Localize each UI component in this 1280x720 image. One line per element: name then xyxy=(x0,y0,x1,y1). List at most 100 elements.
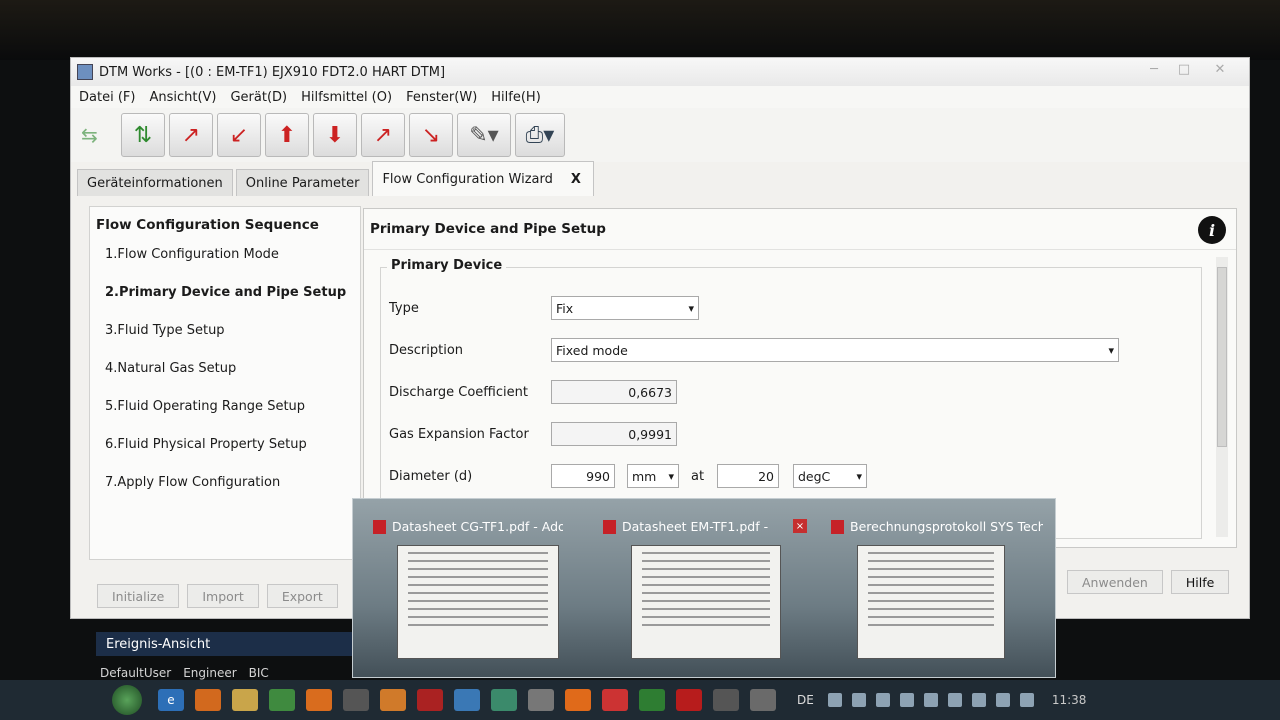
sequence-buttons: Initialize Import Export xyxy=(97,584,338,608)
excel-icon[interactable] xyxy=(639,689,665,711)
firefox-icon[interactable] xyxy=(565,689,591,711)
type-select[interactable]: Fix xyxy=(551,296,699,320)
status-role: Engineer xyxy=(183,666,237,680)
diameter-label: Diameter (d) xyxy=(389,468,473,484)
preview-thumbnail xyxy=(857,545,1005,659)
info-icon[interactable]: i xyxy=(1198,216,1226,244)
close-preview-icon[interactable]: × xyxy=(793,519,807,533)
tab-close-icon[interactable]: X xyxy=(571,172,581,187)
tray-icon[interactable] xyxy=(947,693,962,707)
internet-explorer-icon[interactable]: e xyxy=(158,689,184,711)
app-icon[interactable] xyxy=(306,689,332,711)
tray-icon[interactable] xyxy=(875,693,890,707)
menu-geraet[interactable]: Gerät(D) xyxy=(230,90,287,105)
tools-icon[interactable]: ✎▾ xyxy=(457,113,511,157)
sequence-item-primary-device[interactable]: 2.Primary Device and Pipe Setup xyxy=(105,285,360,300)
arrow-down-icon[interactable]: ↘ xyxy=(409,113,453,157)
panel-scrollbar[interactable] xyxy=(1216,257,1228,537)
tab-strip: Geräteinformationen Online Parameter Flo… xyxy=(77,161,597,196)
apply-button[interactable]: Anwenden xyxy=(1067,570,1163,594)
maximize-icon[interactable]: □ xyxy=(1169,60,1199,78)
minimize-icon[interactable]: ─ xyxy=(1139,60,1169,78)
preview-title: Datasheet CG-TF1.pdf - Adobe ... xyxy=(392,519,563,534)
firefox-icon[interactable] xyxy=(195,689,221,711)
pdf-icon xyxy=(603,519,616,534)
dialog-buttons: Anwenden Hilfe xyxy=(1067,570,1230,594)
start-button[interactable] xyxy=(112,685,142,715)
clock[interactable]: 11:38 xyxy=(1052,693,1087,707)
app-icon[interactable] xyxy=(417,689,443,711)
sequence-item-apply[interactable]: 7.Apply Flow Configuration xyxy=(105,475,360,490)
app-icon[interactable] xyxy=(454,689,480,711)
language-indicator[interactable]: DE xyxy=(797,693,814,707)
preview-thumbnail xyxy=(397,545,559,659)
tab-flow-configuration-wizard[interactable]: Flow Configuration Wizard X xyxy=(372,161,594,196)
temperature-unit-select[interactable]: degC xyxy=(793,464,867,488)
menu-fenster[interactable]: Fenster(W) xyxy=(406,90,477,105)
import-button[interactable]: Import xyxy=(187,584,259,608)
sequence-item-natural-gas[interactable]: 4.Natural Gas Setup xyxy=(105,361,360,376)
connect-icon[interactable]: ⇅ xyxy=(121,113,165,157)
network-icon[interactable] xyxy=(995,693,1010,707)
description-label: Description xyxy=(389,342,464,358)
diameter-field[interactable]: 990 xyxy=(551,464,615,488)
app-icon[interactable] xyxy=(491,689,517,711)
event-view-label: Ereignis-Ansicht xyxy=(106,636,211,652)
type-label: Type xyxy=(389,300,419,316)
printer-icon[interactable]: ⎙▾ xyxy=(515,113,565,157)
volume-icon[interactable] xyxy=(1019,693,1034,707)
app-icon[interactable] xyxy=(528,689,554,711)
db-upload-icon[interactable]: ⬆ xyxy=(265,113,309,157)
temperature-field[interactable]: 20 xyxy=(717,464,779,488)
powerpoint-icon[interactable] xyxy=(602,689,628,711)
diameter-unit-select[interactable]: mm xyxy=(627,464,679,488)
preview-berechnungsprotokoll[interactable]: Berechnungsprotokoll SYS Tech ... xyxy=(811,499,1051,677)
explorer-icon[interactable] xyxy=(232,689,258,711)
tab-geraeteinformationen[interactable]: Geräteinformationen xyxy=(77,169,233,196)
preview-cg-tf1[interactable]: Datasheet CG-TF1.pdf - Adobe ... xyxy=(353,499,571,677)
dtm-works-icon[interactable] xyxy=(750,689,776,711)
scrollbar-thumb[interactable] xyxy=(1217,267,1227,447)
export-button[interactable]: Export xyxy=(266,584,338,608)
tray-icon[interactable] xyxy=(923,693,938,707)
initialize-button[interactable]: Initialize xyxy=(97,584,180,608)
tray-icon[interactable] xyxy=(899,693,914,707)
media-icon[interactable] xyxy=(380,689,406,711)
tab-label: Online Parameter xyxy=(245,175,360,191)
preview-em-tf1[interactable]: Datasheet EM-TF1.pdf - Ado... × xyxy=(583,499,807,677)
device-upload-icon[interactable]: ↗ xyxy=(169,113,213,157)
close-icon[interactable]: ✕ xyxy=(1205,60,1235,78)
preview-title: Berechnungsprotokoll SYS Tech ... xyxy=(850,519,1043,534)
sequence-item-fluid-type[interactable]: 3.Fluid Type Setup xyxy=(105,323,360,338)
tray-icon[interactable] xyxy=(971,693,986,707)
monitor-bezel xyxy=(0,0,1280,60)
sequence-item-operating-range[interactable]: 5.Fluid Operating Range Setup xyxy=(105,399,360,414)
menu-hilfe[interactable]: Hilfe(H) xyxy=(491,90,541,105)
tray-icon[interactable] xyxy=(851,693,866,707)
menu-ansicht[interactable]: Ansicht(V) xyxy=(149,90,216,105)
preview-thumbnail xyxy=(631,545,781,659)
status-bic: BIC xyxy=(248,666,269,680)
setup-panel: Primary Device and Pipe Setup i Primary … xyxy=(363,208,1237,548)
arrow-up-icon[interactable]: ↗ xyxy=(361,113,405,157)
description-select[interactable]: Fixed mode xyxy=(551,338,1119,362)
discharge-coefficient-field[interactable]: 0,6673 xyxy=(551,380,677,404)
help-button[interactable]: Hilfe xyxy=(1170,570,1230,594)
app-icon[interactable] xyxy=(713,689,739,711)
app-icon[interactable] xyxy=(343,689,369,711)
device-download-icon[interactable]: ↙ xyxy=(217,113,261,157)
sequence-item-mode[interactable]: 1.Flow Configuration Mode xyxy=(105,247,360,262)
db-download-icon[interactable]: ⬇ xyxy=(313,113,357,157)
app-icon[interactable] xyxy=(269,689,295,711)
sequence-item-physical-property[interactable]: 6.Fluid Physical Property Setup xyxy=(105,437,360,452)
menu-bar: Datei (F) Ansicht(V) Gerät(D) Hilfsmitte… xyxy=(71,86,1249,108)
group-legend: Primary Device xyxy=(387,258,507,273)
menu-hilfsmittel[interactable]: Hilfsmittel (O) xyxy=(301,90,392,105)
status-user: DefaultUser xyxy=(100,666,172,680)
tray-icon[interactable] xyxy=(827,693,842,707)
tab-online-parameter[interactable]: Online Parameter xyxy=(235,169,370,196)
adobe-reader-icon[interactable] xyxy=(676,689,702,711)
menu-datei[interactable]: Datei (F) xyxy=(79,90,135,105)
event-view-bar[interactable]: Ereignis-Ansicht xyxy=(96,632,360,656)
gas-expansion-factor-field[interactable]: 0,9991 xyxy=(551,422,677,446)
